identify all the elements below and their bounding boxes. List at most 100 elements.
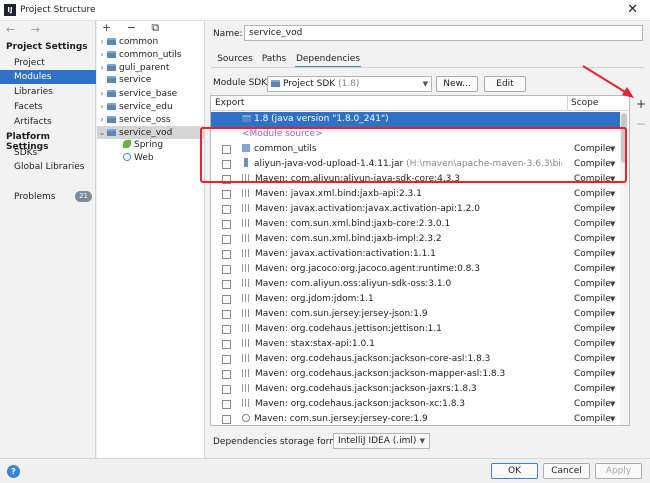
scope-value[interactable]: Compile <box>574 412 611 425</box>
dependency-row[interactable]: Maven: com.sun.xml.bind:jaxb-core:2.3.0.… <box>211 217 620 232</box>
dependency-row[interactable]: Maven: org.codehaus.jackson:jackson-core… <box>211 352 620 367</box>
dependency-row[interactable]: Maven: javax.activation:activation:1.1.1… <box>211 247 620 262</box>
jdk-row[interactable]: 1.8 (java version "1.8.0_241") <box>211 112 620 127</box>
chevron-down-icon[interactable]: ▼ <box>610 247 615 262</box>
scope-value[interactable]: Compile <box>574 262 611 277</box>
dependency-row[interactable]: Maven: com.sun.jersey:jersey-core:1.9 Co… <box>211 412 620 425</box>
dependency-row[interactable]: Maven: org.codehaus.jackson:jackson-jaxr… <box>211 382 620 397</box>
tab-paths[interactable]: Paths <box>260 52 288 68</box>
nav-item-facets[interactable]: Facets <box>0 100 96 114</box>
chevron-down-icon[interactable]: ▼ <box>610 202 615 217</box>
expand-arrow-icon[interactable]: › <box>97 48 107 61</box>
expand-arrow-icon[interactable]: › <box>97 87 107 100</box>
scope-value[interactable]: Compile <box>574 352 611 367</box>
nav-item-problems[interactable]: Problems 21 <box>0 190 96 204</box>
new-sdk-button[interactable]: New... <box>436 76 478 92</box>
module-tree-item[interactable]: › service_oss <box>97 113 205 126</box>
dependency-row[interactable]: Maven: com.sun.jersey:jersey-json:1.9 Co… <box>211 307 620 322</box>
cancel-button[interactable]: Cancel <box>543 463 590 479</box>
export-checkbox[interactable] <box>222 355 231 364</box>
dependency-row[interactable]: Maven: stax:stax-api:1.0.1 Compile ▼ <box>211 337 620 352</box>
module-tree-item[interactable]: › common <box>97 35 205 48</box>
chevron-down-icon[interactable]: ▼ <box>610 397 615 412</box>
module-tree-item[interactable]: › guli_parent <box>97 61 205 74</box>
scope-value[interactable]: Compile <box>574 307 611 322</box>
scope-value[interactable]: Compile <box>574 397 611 412</box>
scope-value[interactable]: Compile <box>574 292 611 307</box>
dependency-row[interactable]: Maven: com.sun.xml.bind:jaxb-impl:2.3.2 … <box>211 232 620 247</box>
module-tree-item[interactable]: ⌄ service_vod <box>97 126 205 139</box>
edit-sdk-button[interactable]: Edit <box>484 76 526 92</box>
module-tree-item[interactable]: › service_base <box>97 87 205 100</box>
scope-value[interactable]: Compile <box>574 217 611 232</box>
export-checkbox[interactable] <box>222 280 231 289</box>
column-scope[interactable]: Scope <box>571 98 598 108</box>
chevron-down-icon[interactable]: ▼ <box>610 277 615 292</box>
dependency-row[interactable]: Maven: org.codehaus.jackson:jackson-mapp… <box>211 367 620 382</box>
column-export[interactable]: Export <box>215 98 244 108</box>
dependency-row[interactable]: Maven: org.jdom:jdom:1.1 Compile ▼ <box>211 292 620 307</box>
dependency-row[interactable]: Maven: com.aliyun.oss:aliyun-sdk-oss:3.1… <box>211 277 620 292</box>
nav-item-sdks[interactable]: SDKs <box>0 146 96 160</box>
chevron-down-icon[interactable]: ▼ <box>610 382 615 397</box>
scope-value[interactable]: Compile <box>574 367 611 382</box>
export-checkbox[interactable] <box>222 205 231 214</box>
chevron-down-icon[interactable]: ▼ <box>610 307 615 322</box>
nav-item-global-libraries[interactable]: Global Libraries <box>0 160 96 174</box>
chevron-down-icon[interactable]: ▼ <box>610 352 615 367</box>
export-checkbox[interactable] <box>222 220 231 229</box>
scope-value[interactable]: Compile <box>574 187 611 202</box>
tab-sources[interactable]: Sources <box>216 52 254 68</box>
export-checkbox[interactable] <box>222 250 231 259</box>
nav-item-project[interactable]: Project <box>0 56 96 70</box>
facet-tree-item[interactable]: Web <box>97 152 205 165</box>
export-checkbox[interactable] <box>222 295 231 304</box>
expand-arrow-icon[interactable]: › <box>97 113 107 126</box>
dependency-row[interactable]: Maven: org.codehaus.jackson:jackson-xc:1… <box>211 397 620 412</box>
close-icon[interactable]: ✕ <box>627 2 638 17</box>
module-tree-item[interactable]: service <box>97 74 205 87</box>
scope-value[interactable]: Compile <box>574 247 611 262</box>
chevron-down-icon[interactable]: ▼ <box>610 412 615 425</box>
tree-toolbar[interactable]: + − ⧉ <box>102 21 165 35</box>
export-checkbox[interactable] <box>222 190 231 199</box>
export-checkbox[interactable] <box>222 415 231 424</box>
back-forward-arrows[interactable]: ← → <box>6 23 46 36</box>
nav-item-libraries[interactable]: Libraries <box>0 85 96 99</box>
chevron-down-icon[interactable]: ▼ <box>610 217 615 232</box>
nav-item-modules[interactable]: Modules <box>0 70 96 84</box>
scope-value[interactable]: Compile <box>574 382 611 397</box>
expand-arrow-icon[interactable]: ⌄ <box>97 126 107 139</box>
chevron-down-icon[interactable]: ▼ <box>610 187 615 202</box>
scope-value[interactable]: Compile <box>574 202 611 217</box>
export-checkbox[interactable] <box>222 265 231 274</box>
export-checkbox[interactable] <box>222 370 231 379</box>
ok-button[interactable]: OK <box>491 463 538 479</box>
export-checkbox[interactable] <box>222 325 231 334</box>
scope-value[interactable]: Compile <box>574 322 611 337</box>
chevron-down-icon[interactable]: ▼ <box>610 322 615 337</box>
expand-arrow-icon[interactable]: › <box>97 61 107 74</box>
chevron-down-icon[interactable]: ▼ <box>610 262 615 277</box>
chevron-down-icon[interactable]: ▼ <box>610 292 615 307</box>
export-checkbox[interactable] <box>222 400 231 409</box>
scope-value[interactable]: Compile <box>574 337 611 352</box>
nav-item-artifacts[interactable]: Artifacts <box>0 115 96 129</box>
help-icon[interactable]: ? <box>7 465 20 478</box>
dependency-row[interactable]: Maven: org.jacoco:org.jacoco.agent:runti… <box>211 262 620 277</box>
chevron-down-icon[interactable]: ▼ <box>610 367 615 382</box>
export-checkbox[interactable] <box>222 385 231 394</box>
expand-arrow-icon[interactable]: › <box>97 100 107 113</box>
module-name-field[interactable]: service_vod <box>244 25 643 41</box>
export-checkbox[interactable] <box>222 310 231 319</box>
dependency-row[interactable]: Maven: org.codehaus.jettison:jettison:1.… <box>211 322 620 337</box>
apply-button[interactable]: Apply <box>595 463 642 479</box>
export-checkbox[interactable] <box>222 235 231 244</box>
scope-value[interactable]: Compile <box>574 232 611 247</box>
dependency-row[interactable]: Maven: javax.activation:javax.activation… <box>211 202 620 217</box>
dependency-row[interactable]: Maven: javax.xml.bind:jaxb-api:2.3.1 Com… <box>211 187 620 202</box>
module-sdk-select[interactable]: Project SDK (1.8) ▼ <box>267 76 432 92</box>
expand-arrow-icon[interactable]: › <box>97 35 107 48</box>
storage-format-select[interactable]: IntelliJ IDEA (.iml) ▼ <box>333 433 430 449</box>
export-checkbox[interactable] <box>222 340 231 349</box>
